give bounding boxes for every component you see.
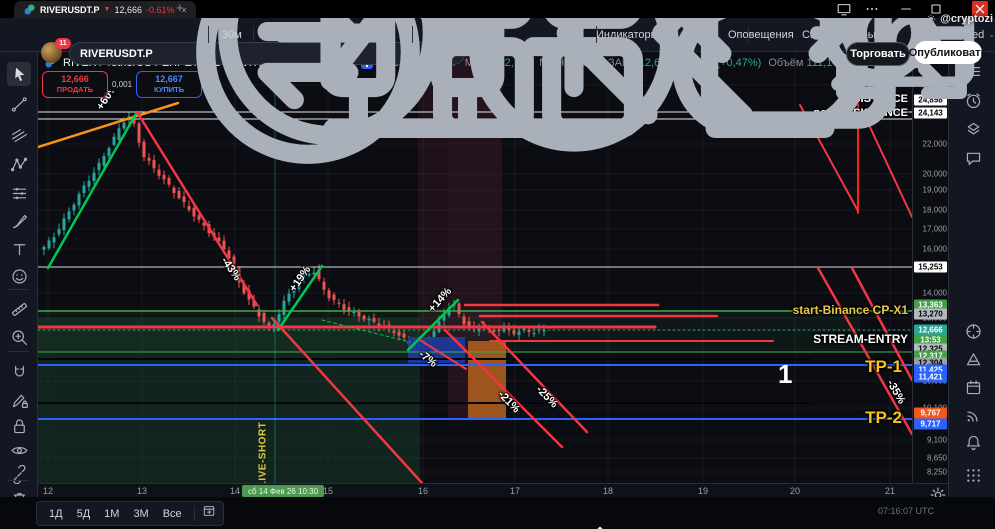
forecast-tool-icon[interactable] xyxy=(7,181,31,205)
spread-value: 0,001 xyxy=(108,78,137,91)
more-menu-icon[interactable] xyxy=(864,1,880,17)
trade-button[interactable]: Торговать xyxy=(846,42,910,66)
toolbar-divider xyxy=(8,480,29,481)
range-button-Все[interactable]: Все xyxy=(157,506,188,522)
sell-button[interactable]: 12,666 ПРОДАТЬ xyxy=(42,71,108,98)
minimize-icon[interactable] xyxy=(898,1,914,17)
binance-logo-icon xyxy=(450,495,750,529)
price-label-box: 15,253 xyxy=(914,261,947,273)
time-tick: 13 xyxy=(136,486,148,496)
apps-grid-icon[interactable] xyxy=(962,464,984,486)
interval-button[interactable]: 30м xyxy=(222,18,242,51)
calendar-icon[interactable] xyxy=(962,376,984,398)
price-tick: 19,000 xyxy=(922,185,947,195)
goto-date-icon[interactable] xyxy=(201,503,217,524)
range-button-1М[interactable]: 1М xyxy=(98,506,125,522)
lock-tool-icon[interactable] xyxy=(7,414,31,438)
tab-title: RIVERUSDT.P xyxy=(40,4,100,15)
browser-titlebar: RIVERUSDT.P ▼ 12,666 -0.61% × + xyxy=(0,0,995,18)
price-label-box: 9,767 xyxy=(914,407,947,419)
tab-price: 12,666 xyxy=(114,4,142,15)
trend-line-tool-icon[interactable] xyxy=(7,92,31,116)
level-label[interactable]: STREAM-ENTRY xyxy=(813,332,908,346)
level-label[interactable]: TP-2 xyxy=(865,408,902,428)
toolbar-divider xyxy=(8,289,29,290)
price-tick: 9,100 xyxy=(926,435,947,445)
target-icon[interactable] xyxy=(962,320,984,342)
range-button-1Д[interactable]: 1Д xyxy=(43,506,69,522)
text-tool-icon[interactable] xyxy=(7,237,31,261)
publish-button[interactable]: Опубликовать xyxy=(909,41,987,64)
drawing-toolbar xyxy=(0,51,38,505)
link-tool-icon[interactable] xyxy=(7,462,31,486)
tab-change: -0.61% xyxy=(145,4,175,15)
ruler-tool-icon[interactable] xyxy=(7,297,31,321)
bell-icon[interactable] xyxy=(962,431,984,453)
browser-tab[interactable]: RIVERUSDT.P ▼ 12,666 -0.61% × xyxy=(14,1,196,18)
main-toolbar: 11 RIVERUSDT.P 30м Индикаторы ⌄ Оповещен… xyxy=(0,0,995,164)
tab-favicon-icon xyxy=(23,3,36,16)
time-tick: 15 xyxy=(322,486,334,496)
price-tick: 17,000 xyxy=(922,224,947,234)
time-tick: 12 xyxy=(42,486,54,496)
cursor-tool-icon[interactable] xyxy=(7,62,31,86)
price-down-arrow-icon: ▼ xyxy=(103,6,111,13)
cast-icon[interactable] xyxy=(836,1,852,17)
tradingview-window: RIVERUSDT.P ▼ 12,666 -0.61% × + @cryptoz… xyxy=(0,0,995,529)
bottom-watermark: @ Wolverine_DxC xyxy=(450,495,989,529)
price-tick: 8,650 xyxy=(926,453,947,463)
level-label[interactable]: start-Binance CP-X1 xyxy=(793,303,908,317)
edit-lock-tool-icon[interactable] xyxy=(7,388,31,412)
time-tick: 14 xyxy=(229,486,241,496)
broadcast-icon[interactable] xyxy=(962,404,984,426)
toolbar-divider xyxy=(8,351,29,352)
emoji-tool-icon[interactable] xyxy=(7,264,31,288)
price-tick: 14,000 xyxy=(922,288,947,298)
zoom-in-tool-icon[interactable] xyxy=(7,325,31,349)
price-tick: 16,000 xyxy=(922,244,947,254)
live-short-label[interactable]: LIVE-SHORT xyxy=(257,422,268,483)
hide-tool-icon[interactable] xyxy=(7,438,31,462)
top-watermark: @cryptozi xyxy=(925,13,993,25)
range-button-5Д[interactable]: 5Д xyxy=(71,506,97,522)
brush-tool-icon[interactable] xyxy=(7,209,31,233)
new-tab-button[interactable]: + xyxy=(176,0,184,15)
big-number-annotation[interactable]: 1 xyxy=(778,359,792,390)
pattern-xabcd-tool-icon[interactable] xyxy=(7,152,31,176)
time-tick: 16 xyxy=(417,486,429,496)
magnet-tool-icon[interactable] xyxy=(7,360,31,384)
date-range-switcher: 1Д 5Д 1М 3М Все xyxy=(36,501,224,526)
session-countdown-box: сб 14 Фев 26 10:30 xyxy=(242,485,325,497)
gear-icon xyxy=(925,13,937,25)
price-tick: 18,000 xyxy=(922,205,947,215)
level-label[interactable]: TP-1 xyxy=(865,357,902,377)
object-tree-icon[interactable] xyxy=(962,348,984,370)
price-label-box: 11,421 xyxy=(914,371,947,383)
price-label-box: 13,270 xyxy=(914,308,947,320)
range-button-3М[interactable]: 3М xyxy=(127,506,154,522)
notification-badge: 11 xyxy=(55,38,71,49)
price-tick: 8,250 xyxy=(926,467,947,477)
channel-tool-icon[interactable] xyxy=(7,122,31,146)
price-label-box: 9,717 xyxy=(914,418,947,430)
bottom-bar: 1Д5Д1М3МВсе 07:16:07 UTC @ Wolverine_DxC xyxy=(0,497,995,529)
